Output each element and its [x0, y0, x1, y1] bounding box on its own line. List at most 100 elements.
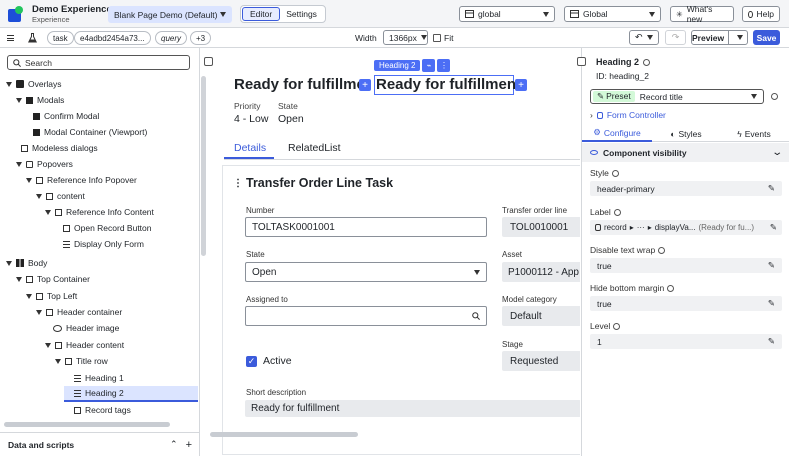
tab-settings[interactable]: Settings [282, 9, 321, 19]
preview-button[interactable]: Preview [691, 30, 748, 45]
short-description-field[interactable]: Ready for fulfillment [245, 400, 580, 417]
number-field[interactable]: TOLTASK0001001 [245, 217, 487, 237]
canvas-left-toggle-icon[interactable] [208, 57, 213, 66]
tree-item[interactable]: Modals [16, 92, 64, 108]
tree-item[interactable]: Top Left [26, 288, 77, 304]
info-icon[interactable] [613, 208, 621, 216]
hide-bottom-margin-field[interactable]: true ✎ [590, 296, 782, 311]
active-checkbox[interactable]: ✓ [246, 355, 257, 367]
tree-item[interactable]: Popovers [16, 156, 73, 172]
tab-events[interactable]: ϟ Events [720, 129, 788, 139]
tree-item[interactable]: Confirm Modal [33, 108, 99, 124]
tree-item[interactable]: Modeless dialogs [21, 140, 98, 156]
tree-item[interactable]: Header image [53, 320, 119, 336]
fit-checkbox[interactable] [433, 34, 441, 42]
tree-item[interactable]: Top Container [16, 271, 90, 287]
assigned-to-field[interactable] [245, 306, 487, 326]
tree-item[interactable]: Open Record Button [63, 220, 152, 236]
page-selector[interactable]: Blank Page Demo (Default) [108, 6, 232, 23]
preset-select[interactable]: ✎ Preset Record title [590, 89, 764, 104]
info-icon[interactable] [658, 246, 666, 254]
tree-item[interactable]: Title row [55, 353, 108, 369]
undo-button[interactable]: ↶ [629, 30, 659, 45]
tree-item[interactable]: Header container [36, 304, 122, 320]
edit-icon[interactable]: ✎ [768, 183, 775, 194]
context-chip-record[interactable]: e4adbd2454a73... [74, 31, 151, 45]
save-button[interactable]: Save [753, 30, 780, 45]
tab-styles[interactable]: ◐ Styles [652, 129, 720, 139]
tab-configure[interactable]: ⚙ Configure [582, 126, 652, 142]
edit-icon[interactable]: ✎ [770, 222, 777, 233]
tree-scrollbar[interactable] [201, 76, 206, 256]
heading-1[interactable]: Ready for fulfillme [234, 76, 365, 93]
chevron-up-icon[interactable]: ⌃ [170, 439, 178, 450]
heading-2-selected[interactable]: Ready for fulfillment [374, 75, 521, 95]
canvas-hscrollbar[interactable] [208, 432, 580, 440]
scope-selector[interactable]: global [459, 6, 555, 22]
active-checkbox-row[interactable]: ✓ Active [246, 355, 292, 367]
tree-item[interactable]: Display Only Form [63, 236, 144, 252]
menu-icon[interactable] [7, 35, 14, 41]
whats-new-label: What's new [686, 4, 713, 24]
redo-button[interactable]: ↷ [665, 30, 686, 45]
level-field[interactable]: 1 ✎ [590, 334, 782, 349]
help-label: Help [756, 9, 774, 19]
tree-item-selected[interactable]: Heading 2 [64, 386, 198, 402]
data-and-scripts-bar[interactable]: Data and scripts ⌃ + [0, 432, 200, 456]
context-chip-more[interactable]: +3 [190, 31, 212, 45]
application-selector[interactable]: Global [564, 6, 661, 22]
context-chip-task[interactable]: task [47, 31, 74, 45]
search-icon [13, 58, 21, 67]
link-icon[interactable]: ⌁ [422, 59, 436, 72]
form-controller-link[interactable]: › Form Controller [590, 110, 666, 120]
model-category-label: Model category [502, 295, 557, 304]
tree-hscrollbar[interactable] [4, 422, 170, 427]
add-icon[interactable]: + [186, 439, 192, 451]
tree-item[interactable]: Modal Container (Viewport) [33, 124, 147, 140]
edit-icon[interactable]: ✎ [768, 260, 775, 271]
search-icon[interactable] [472, 312, 480, 320]
add-after-icon[interactable]: + [515, 79, 527, 91]
tab-details[interactable]: Details [234, 142, 266, 154]
right-toggle-icon[interactable] [577, 57, 586, 66]
tree-item[interactable]: Overlays [6, 76, 62, 92]
info-icon[interactable] [643, 58, 651, 66]
component-visibility-section[interactable]: Component visibility ⌄ [582, 143, 789, 162]
tree-item[interactable]: Reference Info Content [45, 204, 154, 220]
disable-text-wrap-field[interactable]: true ✎ [590, 258, 782, 273]
tree-item[interactable]: Heading 1 [74, 370, 124, 386]
tree-item[interactable]: content [36, 188, 85, 204]
info-icon[interactable] [667, 284, 675, 292]
drag-handle-icon[interactable]: ⋮ [233, 178, 243, 189]
chevron-down-icon[interactable] [737, 35, 744, 40]
more-icon[interactable]: ⋮ [437, 59, 451, 72]
tab-related-list[interactable]: RelatedList [288, 142, 341, 154]
fit-toggle[interactable]: Fit [433, 33, 453, 43]
add-before-icon[interactable]: + [359, 79, 371, 91]
preset-info-icon[interactable] [771, 93, 778, 100]
help-button[interactable]: Help [742, 6, 780, 22]
flask-icon[interactable] [28, 33, 37, 43]
stage-field[interactable]: Requested [502, 351, 580, 371]
style-field[interactable]: header-primary ✎ [590, 181, 782, 196]
search-input[interactable]: Search [7, 55, 190, 70]
edit-icon[interactable]: ✎ [768, 336, 775, 347]
asset-field[interactable]: P1000112 - App [502, 262, 580, 282]
priority-value: 4 - Low [234, 113, 269, 125]
whats-new-button[interactable]: ✳ What's new [670, 4, 734, 24]
info-icon[interactable] [611, 169, 619, 177]
tree-item[interactable]: Body [6, 255, 47, 271]
selection-tag[interactable]: Heading 2 [374, 60, 421, 71]
edit-icon[interactable]: ✎ [768, 298, 775, 309]
tree-item[interactable]: Record tags [74, 402, 131, 418]
tree-item[interactable]: Header content [45, 337, 124, 353]
state-select[interactable]: Open [245, 262, 487, 282]
tab-editor[interactable]: Editor [242, 7, 281, 21]
model-category-field[interactable]: Default [502, 306, 580, 326]
info-icon[interactable] [613, 322, 621, 330]
width-selector[interactable]: 1366px [383, 30, 428, 45]
tree-item[interactable]: Reference Info Popover [26, 172, 137, 188]
context-chip-query[interactable]: query [155, 31, 188, 45]
transfer-order-line-field[interactable]: TOL0010001 [502, 217, 580, 237]
label-field[interactable]: record ▸ ··· ▸ displayVa... (Ready for f… [590, 220, 782, 235]
